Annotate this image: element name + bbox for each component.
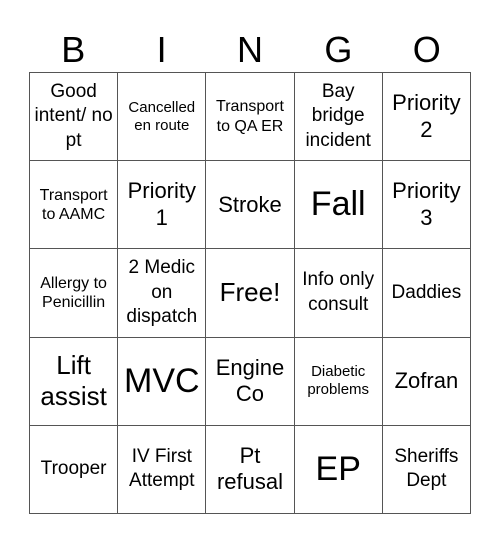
bingo-cell[interactable]: Transport to QA ER [206, 73, 295, 162]
header-letter-o: O [412, 29, 441, 70]
bingo-cell[interactable]: MVC [118, 337, 207, 426]
bingo-cell[interactable]: Bay bridge incident [294, 73, 383, 162]
bingo-cell-text: Cancelled en route [128, 98, 196, 134]
bingo-cell-text: Pt refusal [216, 443, 284, 495]
bingo-cell-text: Info only consult [302, 269, 375, 315]
bingo-cell[interactable]: Priority 1 [118, 161, 207, 250]
bingo-cell[interactable]: Info only consult [294, 249, 383, 338]
bingo-cell-text: Allergy to Penicillin [40, 274, 107, 311]
bingo-cell-text: 2 Medic on dispatch [126, 256, 198, 328]
bingo-cell-text: Free! [219, 277, 281, 308]
bingo-cell[interactable]: Daddies [382, 249, 471, 338]
free-space-cell[interactable]: Free! [206, 249, 295, 338]
bingo-cell-text: Priority 2 [392, 90, 461, 142]
header-letter-n: N [236, 29, 263, 70]
bingo-cell-text: Good intent/ no pt [34, 80, 113, 151]
bingo-cell[interactable]: Cancelled en route [118, 73, 207, 162]
bingo-cell[interactable]: Engine Co [206, 337, 295, 426]
bingo-cell[interactable]: Lift assist [30, 337, 119, 426]
bingo-cell-text: Lift assist [40, 350, 107, 412]
bingo-cell[interactable]: Priority 2 [382, 73, 471, 162]
bingo-cell[interactable]: Diabetic problems [294, 337, 383, 426]
bingo-cell-text: IV First Attempt [129, 445, 195, 492]
bingo-cell-text: EP [315, 449, 361, 488]
header-letter-i: I [156, 29, 167, 70]
bingo-cell-text: Transport to QA ER [216, 98, 284, 135]
bingo-cell[interactable]: Fall [294, 161, 383, 250]
bingo-cell-text: Stroke [218, 191, 282, 217]
bingo-cell[interactable]: Good intent/ no pt [30, 73, 119, 162]
bingo-cell-text: Daddies [391, 281, 462, 303]
bingo-cell-text: Priority 1 [127, 178, 197, 230]
header-letter-b: B [61, 29, 86, 70]
bingo-cell[interactable]: EP [294, 425, 383, 514]
bingo-cell-text: MVC [124, 361, 200, 400]
header-letter-g: G [324, 29, 353, 70]
bingo-cell-text: Fall [310, 185, 366, 224]
bingo-cell[interactable]: Pt refusal [206, 425, 295, 514]
bingo-cell-text: Priority 3 [392, 178, 461, 230]
bingo-header: B I N G O [29, 28, 471, 72]
bingo-cell[interactable]: Trooper [30, 425, 119, 514]
bingo-cell[interactable]: Transport to AAMC [30, 161, 119, 250]
bingo-cell[interactable]: 2 Medic on dispatch [118, 249, 207, 338]
bingo-grid: Good intent/ no pt Cancelled en route Tr… [29, 72, 471, 514]
bingo-cell[interactable]: IV First Attempt [118, 425, 207, 514]
bingo-cell-text: Bay bridge incident [305, 80, 371, 151]
bingo-cell-text: Diabetic problems [307, 363, 370, 399]
bingo-cell-text: Sheriffs Dept [394, 445, 459, 492]
bingo-cell-text: Zofran [394, 368, 459, 393]
bingo-cell-text: Transport to AAMC [39, 186, 108, 223]
bingo-cell[interactable]: Priority 3 [382, 161, 471, 250]
bingo-cell[interactable]: Sheriffs Dept [382, 425, 471, 514]
bingo-cell[interactable]: Allergy to Penicillin [30, 249, 119, 338]
bingo-cell[interactable]: Zofran [382, 337, 471, 426]
bingo-cell-text: Engine Co [215, 354, 285, 407]
bingo-cell-text: Trooper [40, 458, 107, 480]
bingo-cell[interactable]: Stroke [206, 161, 295, 250]
